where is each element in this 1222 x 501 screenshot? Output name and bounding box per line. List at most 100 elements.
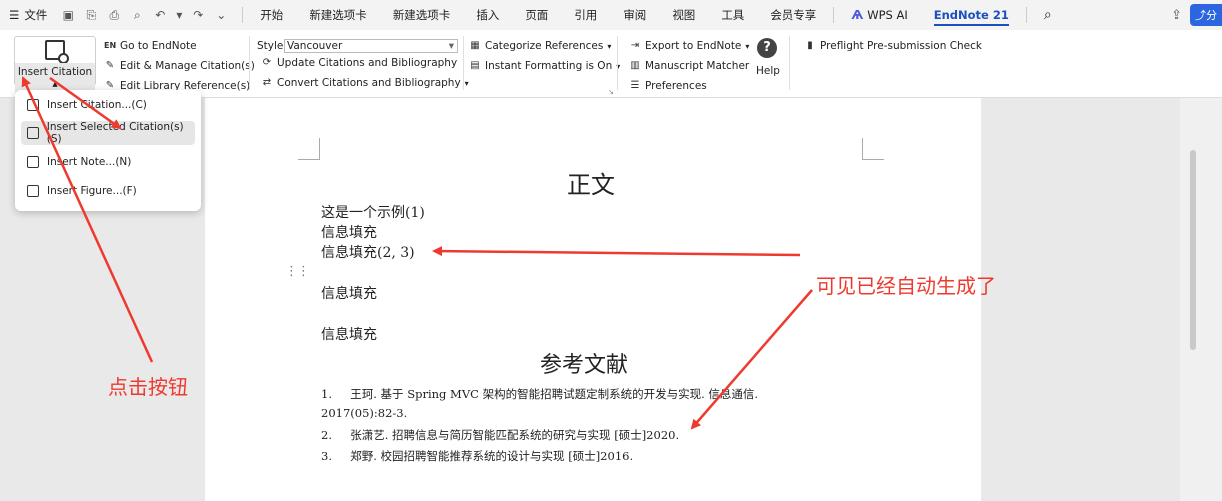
instant-formatting-icon: ▤ <box>470 60 480 71</box>
window-controls: ⇪ ⤴ 分 <box>1171 0 1222 30</box>
reference-1: 1. 王珂. 基于 Spring MVC 架构的智能招聘试题定制系统的开发与实现… <box>321 387 759 401</box>
doc-line-1: 这是一个示例(1) <box>321 205 425 221</box>
divider <box>463 36 464 90</box>
cloud-upload-icon[interactable]: ⇪ <box>1171 8 1182 23</box>
file-menu[interactable]: ☰ 文件 <box>0 7 55 23</box>
vertical-scrollbar[interactable] <box>1190 150 1196 350</box>
hamburger-icon: ☰ <box>9 8 20 22</box>
search-icon[interactable]: ⌕ <box>1031 0 1065 30</box>
divider <box>617 36 618 90</box>
divider <box>242 7 244 23</box>
export-to-endnote-button[interactable]: ⇥ Export to EndNote ▾ <box>629 40 750 52</box>
update-icon: ⟳ <box>262 57 272 68</box>
endnote-ribbon: Insert Citation ▴ EN Go to EndNote ✎ Edi… <box>0 30 1222 98</box>
tab-tools[interactable]: 工具 <box>708 0 757 30</box>
tab-insert[interactable]: 插入 <box>463 0 512 30</box>
dialog-launcher-icon[interactable]: ↘ <box>608 88 614 96</box>
export-pdf-icon[interactable]: ⎘ <box>84 8 98 23</box>
tab-new-1[interactable]: 新建选项卡 <box>296 0 380 30</box>
print-preview-icon[interactable]: ⌕ <box>130 8 144 23</box>
margin-corner-tl <box>298 138 320 160</box>
menu-item-label: Insert Selected Citation(s)(S) <box>46 121 184 145</box>
share-button[interactable]: ⤴ 分 <box>1190 4 1222 26</box>
tab-member[interactable]: 会员专享 <box>757 0 829 30</box>
print-icon[interactable]: ⎙ <box>107 8 121 23</box>
menu-item-insert-citation[interactable]: Insert Citation...(C) <box>21 93 195 117</box>
reference-3: 3. 郑野. 校园招聘智能推荐系统的设计与实现 [硕士]2016. <box>321 449 634 463</box>
menu-item-label: Insert Note...(N) <box>47 156 132 168</box>
menu-bar: ☰ 文件 ▣ ⎘ ⎙ ⌕ ↶ ▾ ↷ ⌄ 开始 新建选项卡 新建选项卡 插入 页… <box>0 0 1222 30</box>
export-label: Export to EndNote <box>645 40 742 52</box>
reference-2: 2. 张潇艺. 招聘信息与简历智能匹配系统的研究与实现 [硕士]2020. <box>321 428 680 442</box>
chevron-down-icon: ▾ <box>464 78 469 88</box>
insert-note-icon <box>27 156 39 168</box>
divider <box>249 36 250 90</box>
help-label[interactable]: Help <box>756 65 780 77</box>
help-icon[interactable]: ? <box>757 38 777 58</box>
preflight-icon: ▮ <box>807 40 813 51</box>
menu-item-label: Insert Citation...(C) <box>47 99 147 111</box>
update-citations-button[interactable]: ⟳ Update Citations and Bibliography <box>261 57 457 69</box>
insert-citation-button[interactable]: Insert Citation ▴ <box>14 36 96 93</box>
save-icon[interactable]: ▣ <box>61 8 75 22</box>
margin-corner-tr <box>862 138 884 160</box>
convert-label: Convert Citations and Bibliography <box>277 77 461 89</box>
redo-icon[interactable]: ↷ <box>191 8 205 22</box>
undo-dropdown-icon[interactable]: ▾ <box>176 8 182 22</box>
menu-item-insert-note[interactable]: Insert Note...(N) <box>21 150 195 174</box>
edit-manage-citations-button[interactable]: ✎ Edit & Manage Citation(s) <box>104 60 255 72</box>
wps-ai-icon: Ѧ <box>851 8 864 22</box>
share-label: 分 <box>1206 9 1217 22</box>
categorize-icon: ▦ <box>470 40 480 51</box>
more-chevron-icon[interactable]: ⌄ <box>214 8 228 22</box>
tab-new-2[interactable]: 新建选项卡 <box>380 0 464 30</box>
insert-citation-icon <box>27 99 39 111</box>
manuscript-matcher-icon: ▥ <box>630 60 640 71</box>
convert-citations-button[interactable]: ⇄ Convert Citations and Bibliography ▾ <box>261 77 469 89</box>
go-to-endnote-button[interactable]: EN Go to EndNote <box>104 40 197 52</box>
doc-line-3: 信息填充(2, 3) <box>321 245 415 261</box>
heading-main-text: 正文 <box>567 171 615 199</box>
quick-access-toolbar: ▣ ⎘ ⎙ ⌕ ↶ ▾ ↷ ⌄ <box>55 8 238 23</box>
edit-citation-icon: ✎ <box>105 60 115 71</box>
go-to-endnote-label: Go to EndNote <box>120 40 197 52</box>
divider <box>789 36 790 90</box>
right-toolbar <box>1180 98 1222 501</box>
instant-formatting-button[interactable]: ▤ Instant Formatting is On ▾ <box>469 60 620 72</box>
wps-ai-label: WPS AI <box>867 8 908 22</box>
convert-icon: ⇄ <box>262 77 272 88</box>
preferences-icon: ☰ <box>630 80 640 91</box>
annotation-click-button: 点击按钮 <box>108 375 188 399</box>
file-menu-label: 文件 <box>24 8 48 22</box>
manuscript-matcher-button[interactable]: ▥ Manuscript Matcher <box>629 60 749 72</box>
tab-endnote[interactable]: EndNote 21 <box>921 0 1022 30</box>
instant-formatting-label: Instant Formatting is On <box>485 60 613 72</box>
tab-view[interactable]: 视图 <box>659 0 708 30</box>
insert-selected-citation-icon <box>27 127 39 139</box>
divider <box>1025 7 1027 23</box>
edit-manage-label: Edit & Manage Citation(s) <box>120 60 255 72</box>
categorize-references-button[interactable]: ▦ Categorize References ▾ <box>469 40 611 52</box>
preferences-button[interactable]: ☰ Preferences <box>629 80 707 92</box>
tab-wps-ai[interactable]: Ѧ WPS AI <box>838 0 920 30</box>
tab-review[interactable]: 审阅 <box>610 0 659 30</box>
annotation-auto-generated: 可见已经自动生成了 <box>816 274 996 298</box>
matcher-label: Manuscript Matcher <box>645 60 750 72</box>
preflight-check-button[interactable]: ▮ Preflight Pre-submission Check <box>804 40 982 52</box>
menu-item-insert-figure[interactable]: Insert Figure...(F) <box>21 179 195 203</box>
doc-line-4: 信息填充 <box>321 286 377 302</box>
tab-references[interactable]: 引用 <box>561 0 610 30</box>
insert-figure-icon <box>27 185 39 197</box>
drag-handle-icon[interactable]: ⋮⋮ <box>285 264 310 279</box>
doc-line-2: 信息填充 <box>321 225 377 241</box>
style-select[interactable]: Vancouver <box>284 39 458 53</box>
insert-citation-icon <box>45 40 69 64</box>
tab-page[interactable]: 页面 <box>512 0 561 30</box>
menu-item-label: Insert Figure...(F) <box>47 185 137 197</box>
export-icon: ⇥ <box>630 40 640 51</box>
menu-item-insert-selected-citation[interactable]: Insert Selected Citation(s)(S) <box>21 121 195 145</box>
tab-home[interactable]: 开始 <box>247 0 296 30</box>
endnote-en-icon: EN <box>104 41 117 50</box>
style-label: Style: <box>257 40 287 52</box>
undo-icon[interactable]: ↶ <box>153 8 167 22</box>
